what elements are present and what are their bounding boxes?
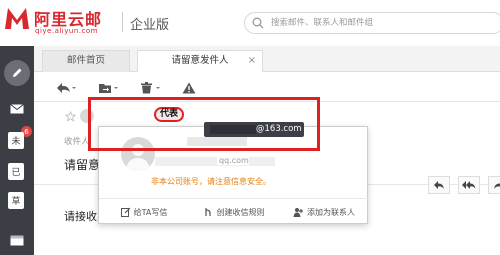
spam-warning-icon [182,82,196,94]
edition-label: 企业版 [130,18,170,33]
forward-button[interactable] [488,176,500,194]
annotation-highlight-box [88,97,320,151]
write-to-contact-button[interactable]: 给TA写信 [99,199,189,225]
card-actions: 给TA写信 创建收信规则 添加为联系人 [99,198,369,225]
search-icon[interactable] [252,17,264,29]
compose-icon [120,207,131,217]
calendar-button[interactable] [0,230,34,250]
star-icon[interactable] [65,111,76,122]
create-rule-button[interactable]: 创建收信规则 [189,199,279,225]
mail-nav-arrows [428,176,500,194]
rule-icon [204,208,211,216]
mail-subject: 请留意 [64,158,101,172]
tab-mail-home[interactable]: 邮件首页 [42,50,130,72]
action-label: 创建收信规则 [216,207,265,217]
compose-button[interactable] [0,58,34,88]
move-button[interactable] [98,80,120,96]
recipient-label: 收件人 [64,137,90,147]
sidebar-item-read[interactable]: 已 [8,163,24,180]
reply-icon [434,181,444,189]
external-account-warning: 非本公司账号，请注意信息安全。 [151,177,271,186]
header: 阿里云邮 qiye.aliyun.com 企业版 [0,0,500,46]
left-rail: 6 未 已 草 [0,46,34,255]
tab-label: 邮件首页 [66,55,105,66]
brand-url: qiye.aliyun.com [35,27,98,35]
contact-email: qq.com [217,156,249,165]
search-input[interactable] [271,16,491,30]
tab-bar: 邮件首页 请留意发件人 × [34,46,500,73]
delete-icon [141,82,160,94]
tab-label: 请留意发件人 [171,55,229,66]
calendar-icon [10,235,24,246]
reply-all-button[interactable] [458,176,480,194]
close-icon[interactable]: × [248,51,256,71]
brand-logo-icon [5,8,29,29]
sidebar-item-drafts[interactable]: 草 [8,192,24,209]
reply-all-icon [462,181,476,189]
search-box[interactable] [244,12,500,34]
add-contact-button[interactable]: 添加为联系人 [279,199,369,225]
reply-quick-button[interactable] [428,176,450,194]
sidebar-item-unread[interactable]: 未 [8,132,24,149]
proxy-sender-badge: 代表 [154,107,185,122]
compose-circle [4,60,30,86]
forward-icon [494,181,500,189]
brand-divider [122,12,123,32]
move-folder-icon [99,84,118,93]
envelope-icon [10,104,24,114]
report-spam-button[interactable] [182,80,196,96]
pencil-icon [13,68,22,77]
action-label: 添加为联系人 [307,207,355,217]
add-contact-icon [293,208,303,217]
mail-body: 请接收 [64,210,97,223]
reply-icon [57,83,76,93]
tab-sender-reminder[interactable]: 请留意发件人 × [137,50,263,73]
inbox-button[interactable] [0,98,34,120]
action-label: 给TA写信 [133,207,168,217]
contact-email-redacted [155,157,275,166]
delete-button[interactable] [140,80,162,96]
reply-button[interactable] [56,80,76,96]
